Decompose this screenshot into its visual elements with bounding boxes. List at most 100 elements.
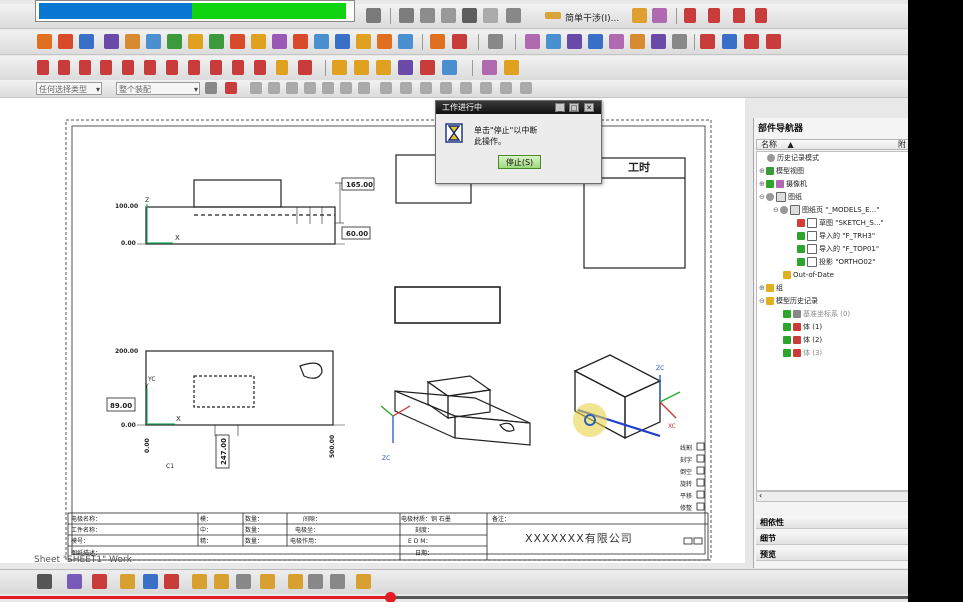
tree-item-model-history[interactable]: ⊖ 模型历史记录 (759, 295, 818, 308)
tree-item-drawing[interactable]: ⊖ 图纸 (759, 191, 802, 204)
dim-165[interactable]: 165.00 (346, 181, 373, 189)
snap-circle-icon[interactable] (420, 82, 432, 94)
text-icon[interactable] (276, 60, 288, 75)
book-icon[interactable] (398, 60, 413, 75)
blend-icon[interactable] (230, 34, 245, 49)
dynamic-icon[interactable] (143, 574, 158, 589)
scroll-left-icon[interactable]: ‹ (759, 491, 762, 500)
rectangle-icon[interactable] (79, 60, 91, 75)
tree-item-body-2[interactable]: 体 (2) (783, 334, 822, 347)
face-offset-icon[interactable] (567, 34, 582, 49)
chamfer-curve-icon[interactable] (188, 60, 200, 75)
component-icon[interactable] (420, 8, 435, 23)
datum-icon[interactable] (420, 60, 435, 75)
hide-icon[interactable] (214, 574, 229, 589)
extrude-icon[interactable] (37, 34, 52, 49)
tree-item-projection[interactable]: 投影 "ORTHO02" (797, 256, 876, 269)
checkbox-1[interactable] (696, 442, 705, 451)
mirror-icon[interactable] (354, 60, 369, 75)
origin-icon[interactable] (164, 574, 179, 589)
face-pull-icon[interactable] (546, 34, 561, 49)
sort-arrow-icon[interactable]: ▲ (788, 140, 794, 149)
tree-item-sheet[interactable]: ⊖ 图纸页 "_MODELS_E..." (773, 204, 879, 217)
snap-face-icon[interactable] (520, 82, 532, 94)
intersect-icon[interactable] (398, 34, 413, 49)
sketch-icon[interactable] (366, 8, 381, 23)
point-icon[interactable] (442, 60, 457, 75)
face-copy-icon[interactable] (651, 34, 666, 49)
expand-icon[interactable]: ⊕ (759, 178, 766, 191)
mate-icon[interactable] (483, 8, 498, 23)
checkbox-2[interactable] (696, 454, 705, 463)
snap-mid-icon[interactable] (268, 82, 280, 94)
snap-point-icon[interactable] (340, 82, 352, 94)
fillet-curve-icon[interactable] (166, 60, 178, 75)
snap-end-icon[interactable] (250, 82, 262, 94)
checkbox-6[interactable] (696, 502, 705, 511)
tree-item-history-mode[interactable]: 历史记录模式 (767, 152, 819, 165)
boss-icon[interactable] (104, 34, 119, 49)
edit-object-icon[interactable] (260, 574, 275, 589)
trim-icon[interactable] (314, 34, 329, 49)
tree-item-body-3[interactable]: 体 (3) (783, 347, 822, 360)
checkbox-icon[interactable] (783, 310, 791, 318)
revolve-icon[interactable] (58, 34, 73, 49)
tree-item-cameras[interactable]: ⊕ 摄像机 (759, 178, 807, 191)
pocket-icon[interactable] (125, 34, 140, 49)
snap-tangent-icon[interactable] (322, 82, 334, 94)
draft-icon[interactable] (293, 34, 308, 49)
subtract-icon[interactable] (377, 34, 392, 49)
move-component-icon[interactable] (462, 8, 477, 23)
hole-icon[interactable] (79, 34, 94, 49)
snap-nearest-icon[interactable] (480, 82, 492, 94)
line-icon[interactable] (37, 60, 49, 75)
drafting-icon[interactable] (700, 34, 715, 49)
shell-icon[interactable] (272, 34, 287, 49)
chamfer-icon[interactable] (251, 34, 266, 49)
horizontal-scrollbar[interactable]: ‹ (756, 491, 908, 502)
navigator-tree[interactable]: 历史记录模式 ⊕ 模型视图 ⊕ 摄像机 ⊖ 图纸 ⊖ 图纸页 "_MODELS_E...… (756, 151, 908, 491)
snap-arc-icon[interactable] (400, 82, 412, 94)
polygon-icon[interactable] (100, 60, 112, 75)
rib-icon[interactable] (209, 34, 224, 49)
pattern-icon[interactable] (332, 60, 347, 75)
section-preview[interactable]: 预览 (756, 548, 908, 561)
column-extra[interactable]: 附 (898, 140, 906, 150)
snap-intersect-icon[interactable] (440, 82, 452, 94)
constraint-icon[interactable] (441, 8, 456, 23)
collapse-icon[interactable]: ⊖ (759, 191, 766, 204)
wave-link-icon[interactable] (376, 60, 391, 75)
section-details[interactable]: 细节 (756, 532, 908, 545)
drawing-canvas[interactable]: Z X 100.00 0.00 165.00 60.00 YC Y X 200.… (0, 98, 745, 563)
tree-item-body-1[interactable]: 体 (1) (783, 321, 822, 334)
tree-item-sketch[interactable]: 草图 "SKETCH_S..." (797, 217, 884, 230)
video-progress-handle[interactable] (385, 592, 396, 602)
split-icon[interactable] (335, 34, 350, 49)
collapse-icon[interactable]: ⊖ (773, 204, 780, 217)
expand-icon[interactable]: ⊕ (759, 165, 766, 178)
wcs-icon[interactable] (92, 574, 107, 589)
assembly-icon[interactable] (399, 8, 414, 23)
minimize-button[interactable]: _ (555, 103, 565, 112)
maximize-button[interactable]: □ (569, 103, 579, 112)
snap-icon[interactable] (225, 82, 237, 94)
surface-icon[interactable] (504, 60, 519, 75)
display-icon[interactable] (192, 574, 207, 589)
info-icon[interactable] (722, 34, 737, 49)
face-paste-icon[interactable] (672, 34, 687, 49)
snap-plane-icon[interactable] (500, 82, 512, 94)
measure-icon[interactable] (652, 8, 667, 23)
arrow-icon[interactable] (684, 8, 696, 23)
slot-icon[interactable] (167, 34, 182, 49)
offset-icon[interactable] (430, 34, 445, 49)
interference-icon[interactable] (545, 12, 561, 19)
properties-icon[interactable] (330, 574, 345, 589)
groove-icon[interactable] (188, 34, 203, 49)
checkbox-icon[interactable] (783, 336, 791, 344)
expand-icon[interactable]: ⊕ (759, 282, 766, 295)
pad-icon[interactable] (146, 34, 161, 49)
section-dependencies[interactable]: 相依性 (756, 516, 908, 529)
checkbox-3[interactable] (696, 466, 705, 475)
snap-grid-icon[interactable] (358, 82, 370, 94)
pencil-icon[interactable] (632, 8, 647, 23)
